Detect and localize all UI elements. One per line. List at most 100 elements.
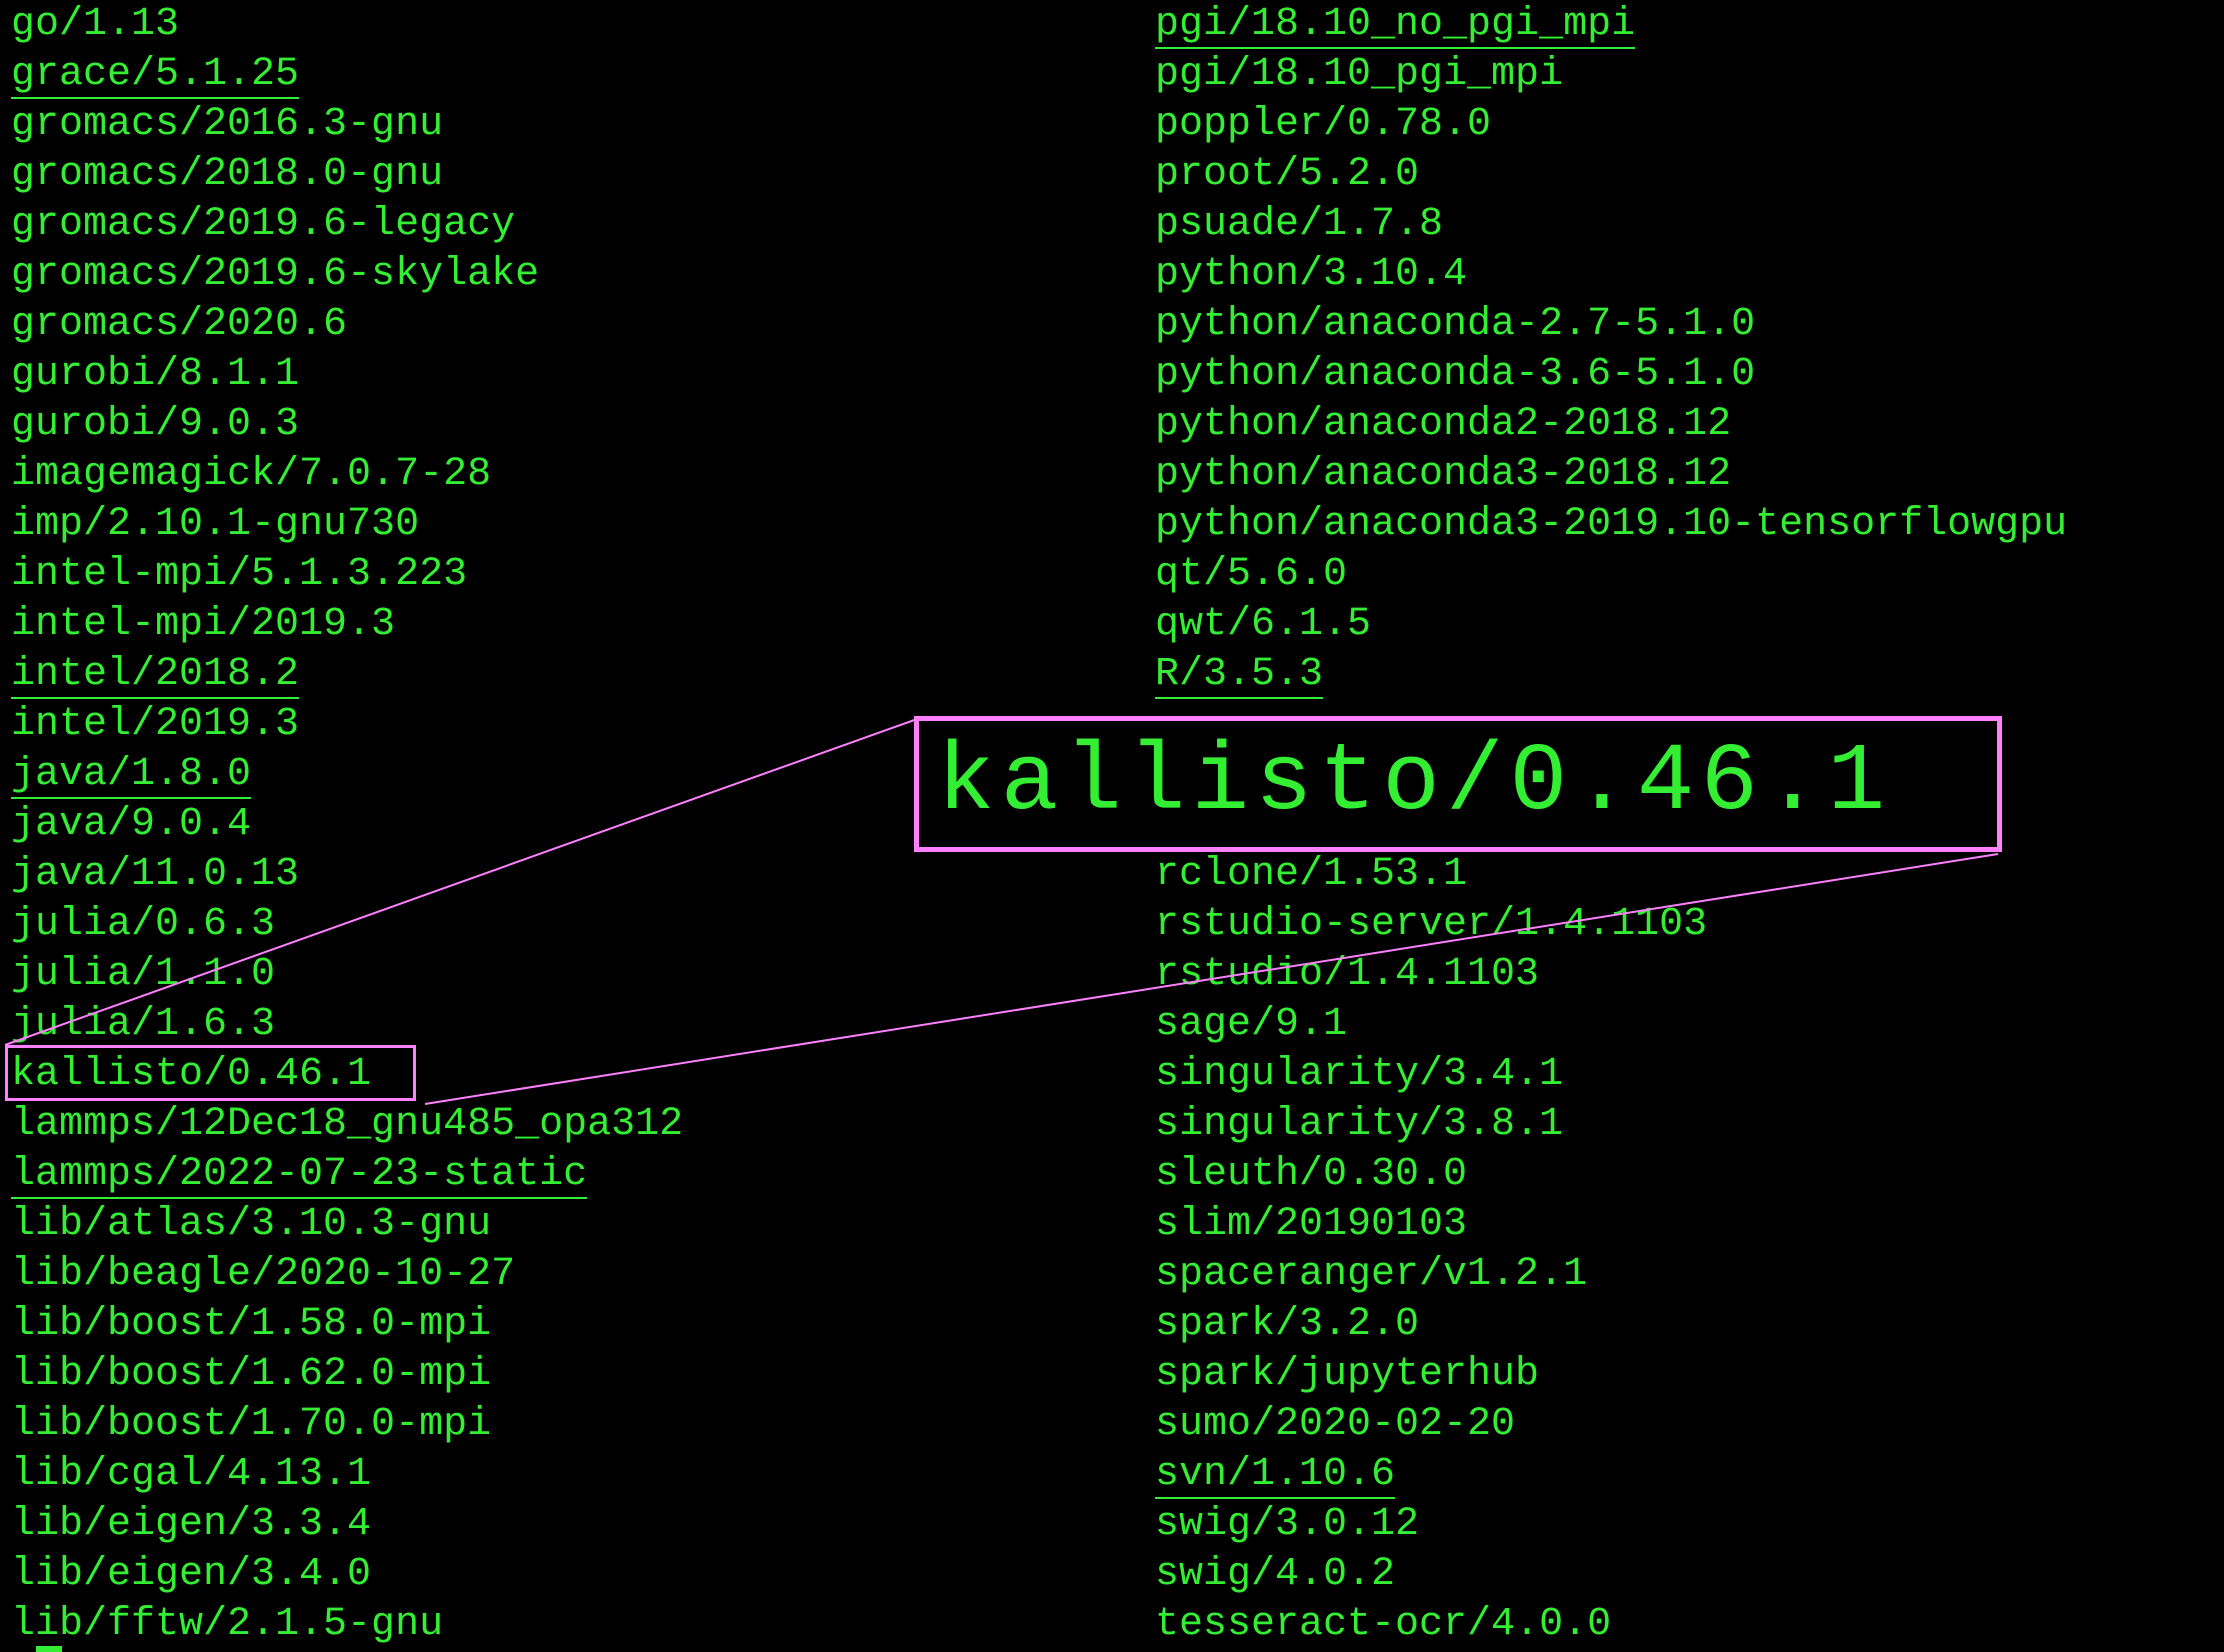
module-name: lammps/2022-07-23-static	[11, 1152, 588, 1199]
right-module-line: python/anaconda3-2018.12	[1155, 450, 2067, 500]
module-name: slim/20190103	[1155, 1202, 1468, 1247]
terminal-window[interactable]: go/1.13 grace/5.1.25 gromacs/2016.3-gnu gro…	[0, 0, 2224, 1652]
module-name: lammps/12Dec18_gnu485_opa312	[11, 1102, 684, 1147]
module-name: python/anaconda3-2019.10-tensorflowgpu	[1155, 502, 2068, 547]
module-name: lib/boost/1.70.0-mpi	[11, 1402, 492, 1447]
right-module-line: singularity/3.8.1	[1155, 1100, 2067, 1150]
right-module-line: rclone/1.53.1	[1155, 850, 2067, 900]
left-module-line: gromacs/2019.6-legacy	[11, 200, 683, 250]
module-name: gromacs/2018.0-gnu	[11, 152, 444, 197]
module-name: java/1.8.0	[11, 752, 252, 799]
right-module-line: svn/1.10.6	[1155, 1450, 2067, 1500]
right-module-line: slim/20190103	[1155, 1200, 2067, 1250]
module-name: swig/3.0.12	[1155, 1502, 1420, 1547]
module-name: intel-mpi/2019.3	[11, 602, 396, 647]
module-name: singularity/3.8.1	[1155, 1102, 1564, 1147]
module-name: swig/4.0.2	[1155, 1552, 1396, 1597]
left-module-line: grace/5.1.25	[11, 50, 683, 100]
module-name: sage/9.1	[1155, 1002, 1348, 1047]
left-module-line: gromacs/2020.6	[11, 300, 683, 350]
left-module-line: lammps/2022-07-23-static	[11, 1150, 683, 1200]
left-module-line: julia/1.6.3	[11, 1000, 683, 1050]
left-module-line: intel/2019.3	[11, 700, 683, 750]
module-name: rclone/1.53.1	[1155, 852, 1468, 897]
module-name: qwt/6.1.5	[1155, 602, 1372, 647]
left-module-line: intel-mpi/5.1.3.223	[11, 550, 683, 600]
module-name: julia/1.6.3	[11, 1002, 276, 1047]
module-name: singularity/3.4.1	[1155, 1052, 1564, 1097]
module-name: intel-mpi/5.1.3.223	[11, 552, 468, 597]
module-name: pgi/18.10_no_pgi_mpi	[1155, 2, 1636, 49]
left-module-line: imagemagick/7.0.7-28	[11, 450, 683, 500]
right-module-line: sleuth/0.30.0	[1155, 1150, 2067, 1200]
right-module-line: swig/4.0.2	[1155, 1550, 2067, 1600]
module-name: gurobi/8.1.1	[11, 352, 300, 397]
module-name: sleuth/0.30.0	[1155, 1152, 1468, 1197]
module-name: gromacs/2019.6-skylake	[11, 252, 540, 297]
left-module-line: gurobi/9.0.3	[11, 400, 683, 450]
right-module-line: qwt/6.1.5	[1155, 600, 2067, 650]
module-name: spark/3.2.0	[1155, 1302, 1420, 1347]
module-name: rstudio-server/1.4.1103	[1155, 902, 1708, 947]
right-module-line: spark/3.2.0	[1155, 1300, 2067, 1350]
zoom-callout: kallisto/0.46.1	[914, 716, 2002, 852]
module-name: poppler/0.78.0	[1155, 102, 1492, 147]
module-name: python/anaconda2-2018.12	[1155, 402, 1732, 447]
module-name: pgi/18.10_pgi_mpi	[1155, 52, 1564, 97]
module-name: python/anaconda-2.7-5.1.0	[1155, 302, 1756, 347]
module-name: rstudio/1.4.1103	[1155, 952, 1540, 997]
left-module-line: lib/beagle/2020-10-27	[11, 1250, 683, 1300]
right-module-line: python/3.10.4	[1155, 250, 2067, 300]
right-module-line: python/anaconda3-2019.10-tensorflowgpu	[1155, 500, 2067, 550]
left-module-line: gromacs/2019.6-skylake	[11, 250, 683, 300]
right-module-line: proot/5.2.0	[1155, 150, 2067, 200]
left-module-line: lib/atlas/3.10.3-gnu	[11, 1200, 683, 1250]
module-name: lib/eigen/3.3.4	[11, 1502, 372, 1547]
zoom-callout-text: kallisto/0.46.1	[937, 728, 1892, 837]
right-module-line: sumo/2020-02-20	[1155, 1400, 2067, 1450]
zoom-bleed-text	[918, 658, 2018, 718]
right-module-line: python/anaconda-3.6-5.1.0	[1155, 350, 2067, 400]
right-module-line: python/anaconda-2.7-5.1.0	[1155, 300, 2067, 350]
right-module-line: psuade/1.7.8	[1155, 200, 2067, 250]
right-module-line: pgi/18.10_no_pgi_mpi	[1155, 0, 2067, 50]
module-name: sumo/2020-02-20	[1155, 1402, 1516, 1447]
left-module-line: lib/cgal/4.13.1	[11, 1450, 683, 1500]
left-module-line: java/11.0.13	[11, 850, 683, 900]
module-name: java/9.0.4	[11, 802, 252, 847]
module-name: psuade/1.7.8	[1155, 202, 1444, 247]
left-module-line: lib/boost/1.62.0-mpi	[11, 1350, 683, 1400]
left-module-line: lib/eigen/3.3.4	[11, 1500, 683, 1550]
left-module-line: intel/2018.2	[11, 650, 683, 700]
module-name: lib/fftw/2.1.5-gnu	[11, 1602, 444, 1647]
module-name: python/3.10.4	[1155, 252, 1468, 297]
module-name: gromacs/2020.6	[11, 302, 348, 347]
module-name: intel/2018.2	[11, 652, 300, 699]
module-name: svn/1.10.6	[1155, 1452, 1396, 1499]
right-module-line: rstudio-server/1.4.1103	[1155, 900, 2067, 950]
module-list-left-column: go/1.13 grace/5.1.25 gromacs/2016.3-gnu gro…	[11, 0, 683, 1650]
module-name: lib/boost/1.62.0-mpi	[11, 1352, 492, 1397]
left-module-line: gromacs/2016.3-gnu	[11, 100, 683, 150]
module-name: tesseract-ocr/4.0.0	[1155, 1602, 1612, 1647]
right-module-line: poppler/0.78.0	[1155, 100, 2067, 150]
right-module-line: rstudio/1.4.1103	[1155, 950, 2067, 1000]
highlight-box-kallisto	[5, 1045, 416, 1101]
left-module-line: lammps/12Dec18_gnu485_opa312	[11, 1100, 683, 1150]
module-name: julia/1.1.0	[11, 952, 276, 997]
left-module-line: java/1.8.0	[11, 750, 683, 800]
right-module-line: sage/9.1	[1155, 1000, 2067, 1050]
left-module-line: lib/boost/1.58.0-mpi	[11, 1300, 683, 1350]
left-module-line: lib/eigen/3.4.0	[11, 1550, 683, 1600]
left-module-line: gurobi/8.1.1	[11, 350, 683, 400]
module-name: lib/atlas/3.10.3-gnu	[11, 1202, 492, 1247]
module-name: intel/2019.3	[11, 702, 300, 747]
left-module-line: intel-mpi/2019.3	[11, 600, 683, 650]
right-module-line: swig/3.0.12	[1155, 1500, 2067, 1550]
module-name: proot/5.2.0	[1155, 152, 1420, 197]
module-name: lib/beagle/2020-10-27	[11, 1252, 516, 1297]
module-name: go/1.13	[11, 2, 180, 47]
module-name: python/anaconda-3.6-5.1.0	[1155, 352, 1756, 397]
module-name: grace/5.1.25	[11, 52, 300, 99]
module-name: imp/2.10.1-gnu730	[11, 502, 420, 547]
